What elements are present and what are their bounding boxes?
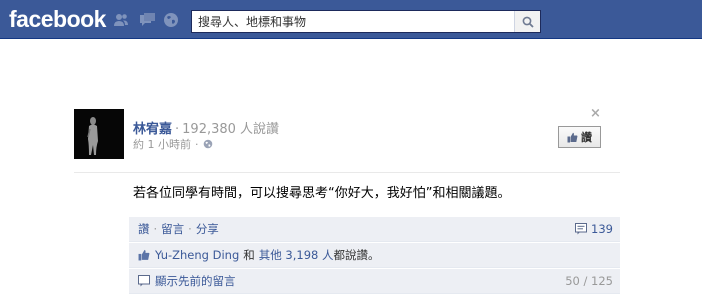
globe-icon[interactable] <box>203 139 213 149</box>
previous-comments-row: 顯示先前的留言 50 / 125 <box>129 269 620 294</box>
meta-line: 約 1 小時前 · <box>133 136 213 152</box>
comment-pager: 50 / 125 <box>565 274 613 288</box>
comment-count[interactable]: 139 <box>575 222 613 236</box>
separator-dot: · <box>153 222 158 236</box>
close-icon[interactable]: × <box>590 107 601 121</box>
messages-icon[interactable] <box>138 11 156 29</box>
separator-dot: · <box>175 122 180 137</box>
thumbs-up-icon <box>567 132 578 142</box>
feedback-box: 讚 · 留言 · 分享 139 Yu-Zheng Ding 和 其他 3,198… <box>129 217 620 294</box>
page-like-count[interactable]: 192,380 人說讚 <box>182 122 279 137</box>
share-link[interactable]: 分享 <box>196 221 219 237</box>
post-message: 若各位同學有時間，可以搜尋思考“你好大，我好怕”和相關議題。 <box>133 186 511 201</box>
likers-and: 和 <box>243 248 255 262</box>
friend-requests-icon[interactable] <box>112 11 130 29</box>
author-name[interactable]: 林宥嘉 <box>133 122 172 137</box>
like-link[interactable]: 讚 <box>138 221 150 237</box>
like-page-button[interactable]: 讚 <box>558 126 601 148</box>
comment-link[interactable]: 留言 <box>161 221 184 237</box>
divider <box>74 172 620 173</box>
comment-count-label: 139 <box>591 222 613 236</box>
likers-others-link[interactable]: 其他 3,198 人 <box>259 247 334 263</box>
actions-row: 讚 · 留言 · 分享 139 <box>129 217 620 242</box>
thumbs-up-icon <box>138 249 150 261</box>
avatar[interactable] <box>74 109 124 159</box>
comment-bubble-icon <box>575 223 588 235</box>
separator-dot: · <box>195 137 199 151</box>
comment-pager-label: 50 / 125 <box>565 274 613 288</box>
like-page-label: 讚 <box>581 131 592 144</box>
search-icon <box>522 16 534 28</box>
likers-row: Yu-Zheng Ding 和 其他 3,198 人 都說讚。 <box>129 243 620 268</box>
search-input[interactable] <box>192 11 514 32</box>
facebook-logo[interactable]: facebook <box>9 4 106 34</box>
comments-icon <box>138 275 150 287</box>
search-box <box>191 10 541 33</box>
liker-name[interactable]: Yu-Zheng Ding <box>155 248 239 262</box>
separator-dot: · <box>188 222 192 236</box>
author-line: 林宥嘉 · 192,380 人說讚 <box>133 118 279 137</box>
top-bar: facebook <box>0 0 702 39</box>
notifications-globe-icon[interactable] <box>162 11 180 29</box>
search-button[interactable] <box>514 11 540 32</box>
likers-suffix: 都說讚。 <box>333 248 380 262</box>
view-previous-comments-link[interactable]: 顯示先前的留言 <box>155 273 236 289</box>
timestamp[interactable]: 約 1 小時前 <box>133 136 191 152</box>
